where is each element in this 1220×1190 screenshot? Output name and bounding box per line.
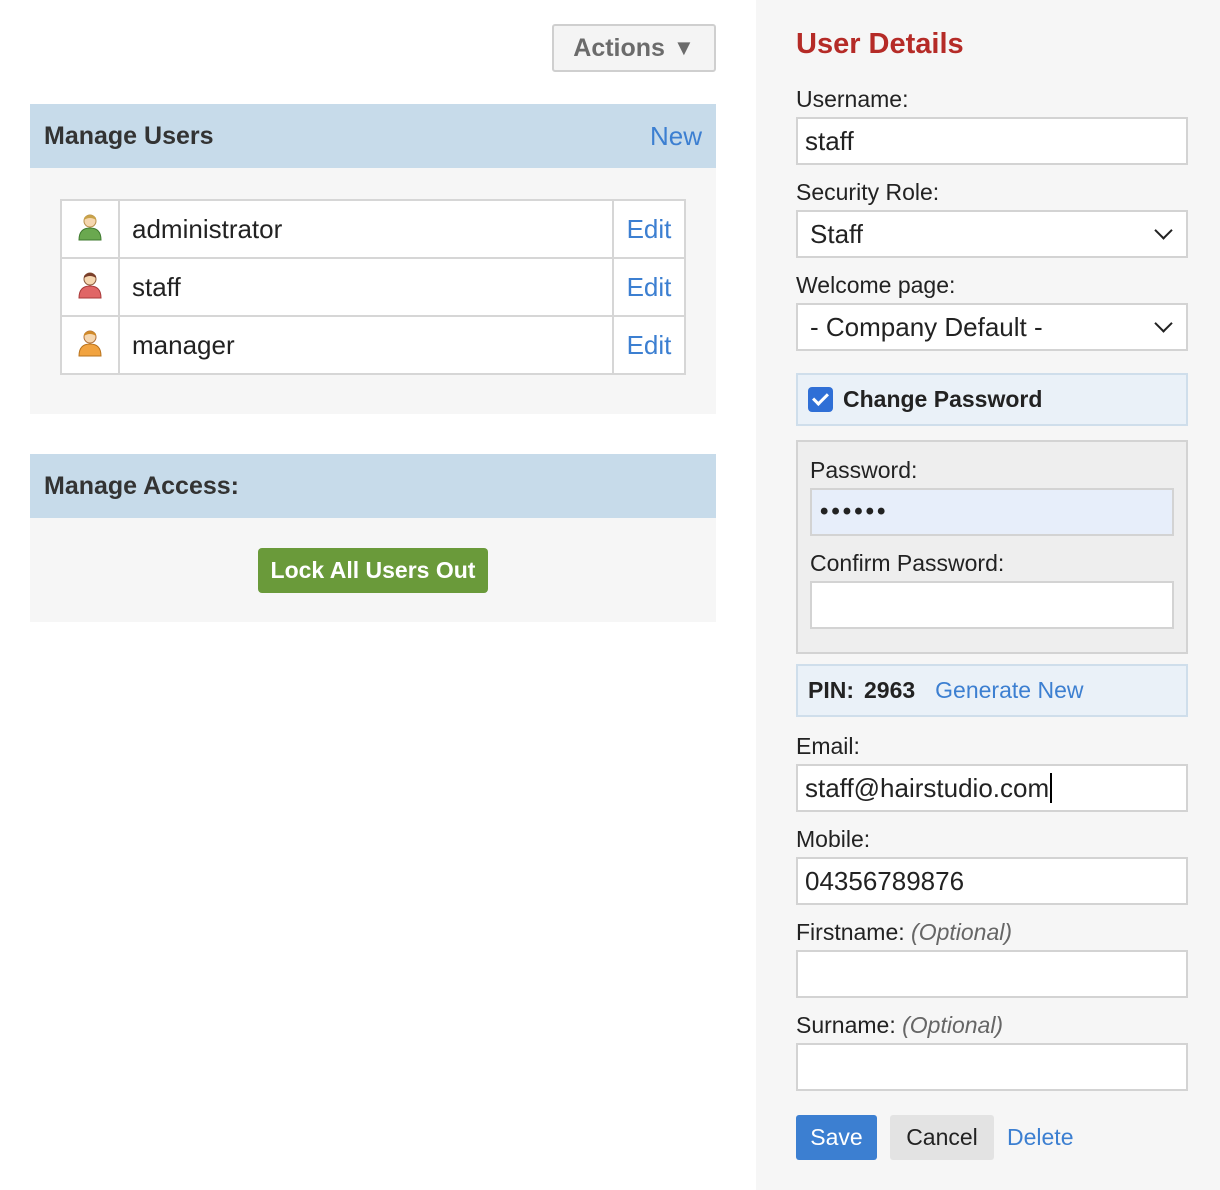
email-field[interactable]: staff@hairstudio.com <box>796 764 1188 812</box>
user-details-pane: User Details Username: staff Security Ro… <box>756 0 1220 1190</box>
manage-users-title: Manage Users <box>44 121 214 150</box>
email-label: Email: <box>796 733 860 759</box>
edit-user-link[interactable]: Edit <box>612 257 686 317</box>
username-value: staff <box>805 125 854 156</box>
pin-row: PIN: 2963 Generate New <box>796 664 1188 717</box>
change-password-row: Change Password <box>796 373 1188 426</box>
user-icon-cell <box>60 315 120 375</box>
username-field[interactable]: staff <box>796 117 1188 165</box>
pin-label: PIN: <box>808 677 854 703</box>
cancel-button[interactable]: Cancel <box>890 1115 994 1160</box>
user-icon-cell <box>60 257 120 317</box>
surname-label: Surname: (Optional) <box>796 1012 1003 1039</box>
manage-users-header: Manage Users New <box>30 104 716 168</box>
table-row[interactable]: manager Edit <box>60 315 686 375</box>
manage-access-title: Manage Access: <box>44 471 239 500</box>
security-role-select[interactable]: Staff <box>796 210 1188 258</box>
delete-link[interactable]: Delete <box>1007 1124 1073 1151</box>
change-password-label: Change Password <box>843 386 1043 412</box>
email-value: staff@hairstudio.com <box>805 772 1050 803</box>
users-table: administrator Edit staff Edit manager Ed… <box>60 199 686 375</box>
manage-access-panel: Manage Access: Lock All Users Out <box>30 454 716 622</box>
manage-access-header: Manage Access: <box>30 454 716 518</box>
edit-user-link[interactable]: Edit <box>612 315 686 375</box>
mobile-label: Mobile: <box>796 826 871 852</box>
firstname-label: Firstname: (Optional) <box>796 919 1012 946</box>
firstname-field[interactable] <box>796 950 1188 998</box>
lock-all-users-out-button[interactable]: Lock All Users Out <box>258 548 488 593</box>
user-icon <box>78 330 102 356</box>
user-icon <box>78 214 102 240</box>
user-icon-cell <box>60 199 120 259</box>
security-role-label: Security Role: <box>796 179 940 205</box>
mobile-field[interactable]: 04356789876 <box>796 857 1188 905</box>
chevron-down-icon <box>1154 314 1173 333</box>
password-label: Password: <box>810 457 918 483</box>
surname-label-text: Surname: <box>796 1012 896 1038</box>
password-field[interactable]: •••••• <box>810 488 1174 536</box>
table-row[interactable]: staff Edit <box>60 257 686 317</box>
optional-hint: (Optional) <box>902 1012 1004 1038</box>
confirm-password-field[interactable] <box>810 581 1174 629</box>
form-actions: Save Cancel Delete <box>796 1115 1073 1160</box>
mobile-value: 04356789876 <box>805 865 965 896</box>
new-user-link[interactable]: New <box>650 121 702 152</box>
actions-label: Actions <box>573 33 665 62</box>
actions-dropdown-button[interactable]: Actions ▼ <box>552 24 716 72</box>
chevron-down-icon <box>1154 221 1173 240</box>
generate-new-pin-link[interactable]: Generate New <box>935 677 1083 704</box>
text-cursor <box>1050 773 1053 803</box>
user-icon <box>78 272 102 298</box>
surname-field[interactable] <box>796 1043 1188 1091</box>
welcome-page-select[interactable]: - Company Default - <box>796 303 1188 351</box>
password-value: •••••• <box>820 498 889 525</box>
user-name: staff <box>118 257 614 317</box>
pin-value: 2963 <box>864 677 916 703</box>
manage-users-panel: Manage Users New administrator Edit staf… <box>30 104 716 414</box>
welcome-page-value: - Company Default - <box>810 311 1043 342</box>
user-name: manager <box>118 315 614 375</box>
password-section: Password: •••••• Confirm Password: <box>796 440 1188 654</box>
security-role-value: Staff <box>810 218 864 249</box>
confirm-password-label: Confirm Password: <box>810 550 1005 576</box>
table-row[interactable]: administrator Edit <box>60 199 686 259</box>
username-label: Username: <box>796 86 909 112</box>
save-button[interactable]: Save <box>796 1115 877 1160</box>
welcome-page-label: Welcome page: <box>796 272 956 298</box>
left-pane: Actions ▼ Manage Users New administrator… <box>0 0 756 1190</box>
user-name: administrator <box>118 199 614 259</box>
page-title: User Details <box>796 28 964 60</box>
change-password-checkbox[interactable] <box>808 387 833 412</box>
triangle-down-icon: ▼ <box>672 35 695 60</box>
optional-hint: (Optional) <box>911 919 1013 945</box>
firstname-label-text: Firstname: <box>796 919 905 945</box>
edit-user-link[interactable]: Edit <box>612 199 686 259</box>
